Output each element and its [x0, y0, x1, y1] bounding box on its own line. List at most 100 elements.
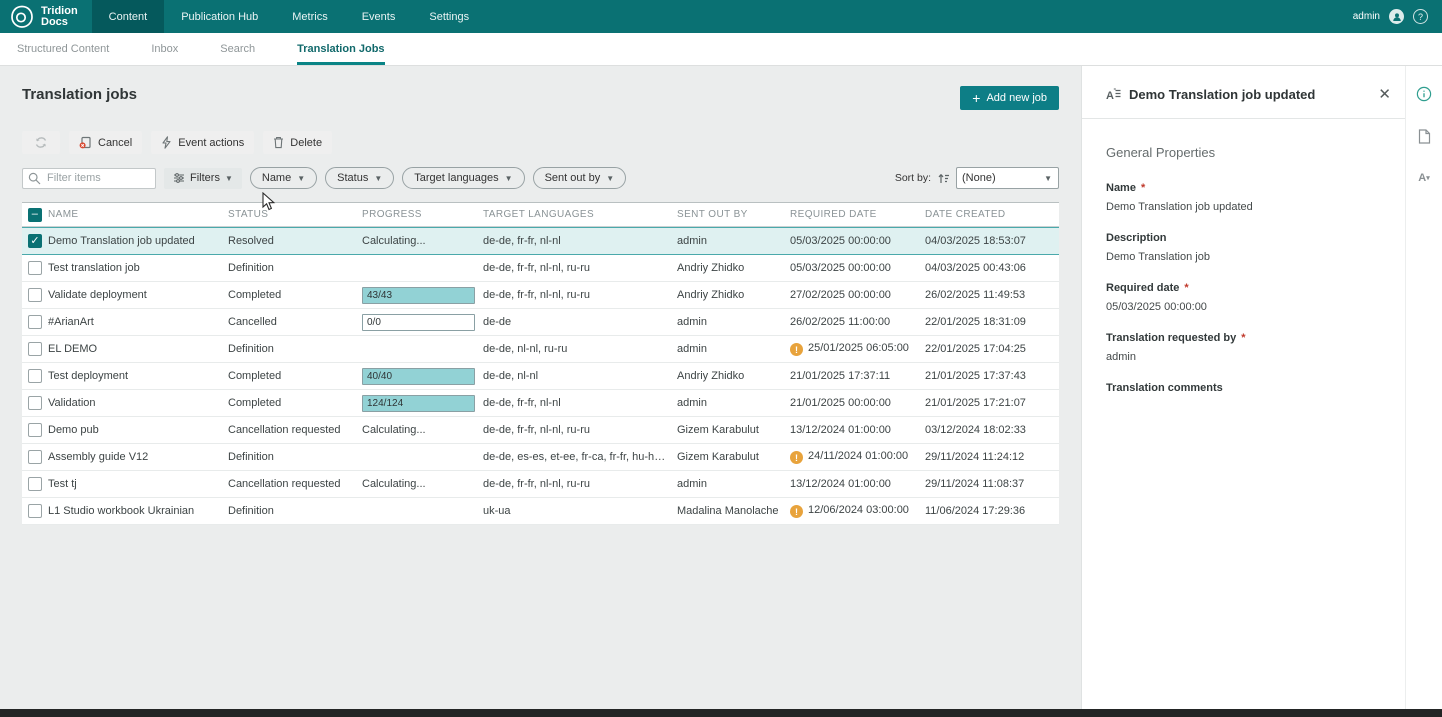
table-row[interactable]: Demo pubCancellation requestedCalculatin…	[22, 417, 1059, 444]
sort-direction-icon[interactable]	[937, 172, 950, 185]
job-date-created: 29/11/2024 11:08:37	[925, 478, 1059, 490]
job-required-date: 13/12/2024 01:00:00	[790, 478, 925, 490]
row-checkbox[interactable]	[28, 288, 42, 302]
row-checkbox[interactable]	[28, 477, 42, 491]
row-checkbox[interactable]	[28, 504, 42, 518]
close-panel-button[interactable]: ✕	[1378, 85, 1391, 103]
cancel-button[interactable]: Cancel	[69, 131, 142, 154]
job-sent-out-by: Madalina Manolache	[677, 505, 790, 517]
job-target-languages: de-de, fr-fr, nl-nl, ru-ru	[483, 424, 677, 436]
table-row[interactable]: Assembly guide V12Definitionde-de, es-es…	[22, 444, 1059, 471]
table-row[interactable]: Test translation jobDefinitionde-de, fr-…	[22, 255, 1059, 282]
row-checkbox[interactable]	[28, 450, 42, 464]
filter-pill-sent-out-by[interactable]: Sent out by▼	[533, 167, 627, 189]
field-value: Demo Translation job updated	[1106, 201, 1381, 213]
row-checkbox[interactable]	[28, 423, 42, 437]
column-header: SENT OUT BY	[677, 209, 790, 220]
info-tab-icon[interactable]	[1414, 84, 1434, 104]
sort-by-label: Sort by:	[895, 172, 931, 184]
row-checkbox[interactable]	[28, 369, 42, 383]
table-row[interactable]: Validate deploymentCompleted43/43de-de, …	[22, 282, 1059, 309]
table-row[interactable]: Test deploymentCompleted40/40de-de, nl-n…	[22, 363, 1059, 390]
row-checkbox[interactable]	[28, 342, 42, 356]
job-date-created: 26/02/2025 11:49:53	[925, 289, 1059, 301]
job-target-languages: de-de, fr-fr, nl-nl, ru-ru	[483, 262, 677, 274]
filter-pill-status[interactable]: Status▼	[325, 167, 394, 189]
job-sent-out-by: admin	[677, 397, 790, 409]
subnav-item-search[interactable]: Search	[220, 33, 255, 65]
topnav-item-metrics[interactable]: Metrics	[275, 0, 344, 33]
topnav-item-publication-hub[interactable]: Publication Hub	[164, 0, 275, 33]
table-row[interactable]: #ArianArtCancelled0/0de-deadmin26/02/202…	[22, 309, 1059, 336]
event-actions-button[interactable]: Event actions	[151, 131, 254, 154]
field-label: Name *	[1106, 182, 1381, 194]
job-progress: 0/0	[362, 314, 483, 331]
panel-field: DescriptionDemo Translation job	[1106, 232, 1381, 263]
brand-name: Tridion Docs	[41, 6, 78, 28]
help-icon[interactable]: ?	[1413, 9, 1428, 24]
svg-text:A: A	[1106, 90, 1114, 101]
job-progress: 124/124	[362, 395, 483, 412]
required-asterisk: *	[1238, 332, 1245, 344]
table-row[interactable]: L1 Studio workbook UkrainianDefinitionuk…	[22, 498, 1059, 525]
panel-field: Required date *05/03/2025 00:00:00	[1106, 282, 1381, 313]
job-target-languages: de-de, fr-fr, nl-nl, ru-ru	[483, 289, 677, 301]
job-status: Definition	[228, 262, 362, 274]
row-checkbox[interactable]	[28, 396, 42, 410]
app-logo[interactable]: Tridion Docs	[0, 0, 92, 33]
refresh-button[interactable]	[22, 131, 60, 154]
topnav-item-content[interactable]: Content	[92, 0, 165, 33]
row-checkbox-cell	[22, 288, 48, 302]
job-name: Test tj	[48, 478, 228, 490]
translation-tab-icon[interactable]: A▾	[1414, 168, 1434, 188]
job-status: Completed	[228, 289, 362, 301]
table-row[interactable]: ✓Demo Translation job updatedResolvedCal…	[22, 227, 1059, 255]
job-date-created: 04/03/2025 00:43:06	[925, 262, 1059, 274]
top-nav: Tridion Docs ContentPublication HubMetri…	[0, 0, 1442, 33]
pill-label: Target languages	[414, 172, 498, 184]
job-sent-out-by: Andriy Zhidko	[677, 262, 790, 274]
refresh-icon	[34, 136, 48, 149]
job-target-languages: de-de, fr-fr, nl-nl	[483, 235, 677, 247]
tridion-drop-icon	[10, 5, 34, 29]
job-status: Definition	[228, 505, 362, 517]
user-name: admin	[1353, 11, 1380, 22]
topnav-item-events[interactable]: Events	[345, 0, 413, 33]
job-progress: Calculating...	[362, 424, 483, 436]
sort-by-select[interactable]: (None)	[956, 167, 1059, 189]
job-sent-out-by: Andriy Zhidko	[677, 370, 790, 382]
filter-pill-target-languages[interactable]: Target languages ▼	[402, 167, 524, 189]
job-target-languages: de-de, es-es, et-ee, fr-ca, fr-fr, hu-hu…	[483, 451, 677, 463]
job-sent-out-by: admin	[677, 235, 790, 247]
delete-button[interactable]: Delete	[263, 131, 332, 154]
table-row[interactable]: ValidationCompleted124/124de-de, fr-fr, …	[22, 390, 1059, 417]
column-header: REQUIRED DATE	[790, 209, 925, 220]
row-checkbox[interactable]	[28, 315, 42, 329]
progress-bar-label: 43/43	[367, 290, 392, 301]
subnav-item-translation-jobs[interactable]: Translation Jobs	[297, 33, 384, 65]
filters-button[interactable]: Filters ▼	[164, 168, 242, 189]
table-row[interactable]: EL DEMODefinitionde-de, nl-nl, ru-ruadmi…	[22, 336, 1059, 363]
row-checkbox-cell	[22, 315, 48, 329]
document-tab-icon[interactable]	[1414, 126, 1434, 146]
job-sent-out-by: admin	[677, 478, 790, 490]
row-checkbox[interactable]: ✓	[28, 234, 42, 248]
filter-items-input[interactable]	[22, 168, 156, 189]
filter-pill-name[interactable]: Name▼	[250, 167, 317, 189]
add-new-job-button[interactable]: + Add new job	[960, 86, 1059, 110]
job-status: Cancellation requested	[228, 478, 362, 490]
translation-jobs-table: –NAMESTATUSPROGRESSTARGET LANGUAGESSENT …	[22, 202, 1059, 525]
chevron-down-icon: ▼	[606, 174, 614, 183]
chevron-down-icon: ▼	[505, 174, 513, 183]
column-header: DATE CREATED	[925, 209, 1059, 220]
subnav-item-structured-content[interactable]: Structured Content	[17, 33, 109, 65]
table-row[interactable]: Test tjCancellation requestedCalculating…	[22, 471, 1059, 498]
subnav-item-inbox[interactable]: Inbox	[151, 33, 178, 65]
user-avatar-icon[interactable]	[1389, 9, 1404, 24]
progress-bar: 124/124	[362, 395, 475, 412]
topnav-item-settings[interactable]: Settings	[412, 0, 486, 33]
select-all-checkbox[interactable]: –	[28, 208, 42, 222]
field-value: admin	[1106, 351, 1381, 363]
row-checkbox[interactable]	[28, 261, 42, 275]
field-value: 05/03/2025 00:00:00	[1106, 301, 1381, 313]
